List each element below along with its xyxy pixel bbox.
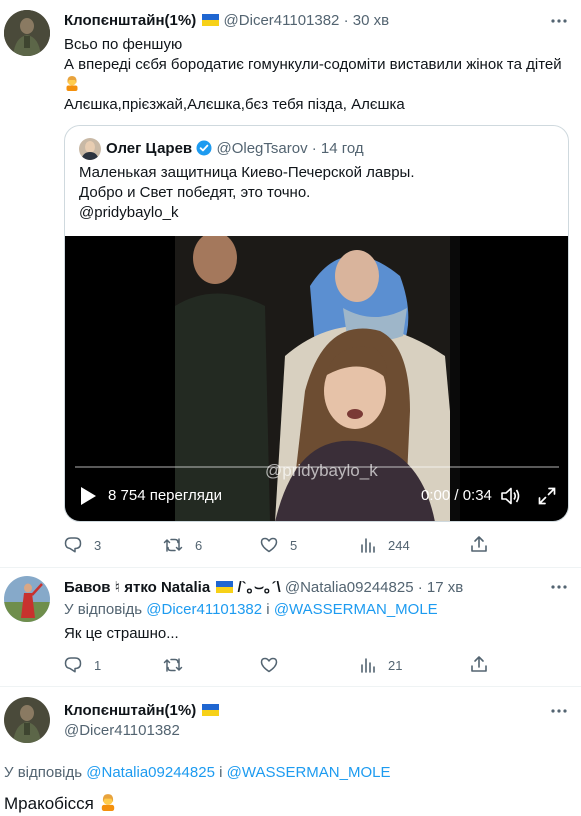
- person-emoji-icon: [64, 75, 80, 91]
- author-name[interactable]: Бавов ♮ ятко Natalia: [64, 579, 210, 596]
- retweet-icon: [163, 658, 183, 672]
- reply-icon: [64, 657, 82, 673]
- avatar-natalia[interactable]: [4, 576, 50, 622]
- play-icon[interactable]: [79, 486, 97, 506]
- tweet-text: Всьо по феншую А впереді сєбя бородатиє …: [64, 35, 574, 115]
- reply-context: У відповідь @Dicer41101382 і @WASSERMAN_…: [64, 600, 438, 620]
- author-handle[interactable]: @Dicer41101382: [64, 721, 180, 741]
- reply-button[interactable]: 3: [64, 536, 101, 554]
- reply-and: і: [266, 601, 270, 618]
- quoted-text: Маленькая защитница Киево-Печерской лавр…: [79, 163, 549, 223]
- tweet-3-text: Мракобісся: [4, 793, 117, 815]
- reply-icon: [64, 537, 82, 553]
- tweet-header: Клопєнштайн(1%) @Dicer41101382 · 30 хв: [64, 11, 389, 31]
- views-count: 21: [388, 657, 403, 673]
- ukraine-flag-icon: [216, 581, 234, 593]
- video-time: 0:00 / 0:34: [421, 487, 492, 504]
- more-options-icon[interactable]: [550, 578, 568, 596]
- views-count: 244: [388, 537, 410, 553]
- divider: [0, 686, 581, 687]
- tweet-text-line-3: [64, 75, 574, 95]
- share-button[interactable]: [470, 535, 488, 553]
- volume-icon[interactable]: [501, 487, 521, 505]
- reply-prefix: У відповідь: [64, 601, 143, 618]
- dot-separator: ·: [343, 12, 349, 29]
- reply-and: і: [219, 764, 223, 781]
- more-options-icon[interactable]: [550, 702, 568, 720]
- quoted-tweet[interactable]: Олег Царев @OlegTsarov · 14 год Маленька…: [64, 125, 569, 522]
- views-button[interactable]: 244: [360, 536, 410, 554]
- author-name[interactable]: Клопєнштайн(1%): [64, 702, 196, 719]
- retweet-button[interactable]: 6: [163, 536, 202, 554]
- tweet-3-text-content: Мракобісся: [4, 794, 94, 813]
- quoted-time[interactable]: 14 год: [321, 140, 364, 157]
- heart-icon: [260, 657, 278, 673]
- quoted-text-line-2: Добро и Свет победят, это точно.: [79, 184, 311, 201]
- reply-mention-1[interactable]: @Natalia09244825: [86, 764, 215, 781]
- quoted-text-line-3: @pridybaylo_k: [79, 204, 179, 221]
- share-icon: [471, 656, 487, 672]
- video-progress-track[interactable]: [75, 466, 559, 468]
- avatar-klopenshtain[interactable]: [4, 697, 50, 743]
- quoted-author-handle[interactable]: @OlegTsarov: [216, 140, 307, 157]
- tweet-time[interactable]: 30 хв: [353, 12, 389, 29]
- reply-prefix: У відповідь: [4, 764, 83, 781]
- tweet-time[interactable]: 17 хв: [427, 579, 463, 596]
- tweet-2-header: Бавов ♮ ятко Natalia /`｡⌣｡´\ @Natalia092…: [64, 578, 463, 598]
- reply-context: У відповідь @Natalia09244825 і @WASSERMA…: [4, 763, 391, 783]
- more-options-icon[interactable]: [550, 12, 568, 30]
- reply-mention-2[interactable]: @WASSERMAN_MOLE: [274, 601, 438, 618]
- dot-separator: ·: [311, 140, 317, 157]
- analytics-icon: [361, 538, 375, 553]
- share-button[interactable]: [470, 655, 488, 673]
- like-count: 5: [290, 537, 298, 553]
- quoted-author-name[interactable]: Олег Царев: [106, 140, 192, 157]
- heart-icon: [260, 537, 278, 553]
- video-player[interactable]: @pridybaylo_k 8 754 перегляди 0:00 / 0:3…: [65, 236, 568, 521]
- tweet-3-name-row: Клопєнштайн(1%): [64, 701, 220, 721]
- fullscreen-icon[interactable]: [538, 487, 556, 505]
- share-icon: [471, 536, 487, 552]
- reply-mention-1[interactable]: @Dicer41101382: [146, 601, 262, 618]
- person-emoji-icon: [99, 793, 117, 811]
- video-views: 8 754 перегляди: [108, 487, 223, 504]
- divider: [0, 567, 581, 568]
- quoted-text-line-1: Маленькая защитница Киево-Печерской лавр…: [79, 164, 415, 181]
- avatar-oleg-tsarev[interactable]: [79, 138, 101, 160]
- avatar-klopenshtain[interactable]: [4, 10, 50, 56]
- author-name-suffix: /`｡⌣｡´\: [237, 579, 281, 596]
- reply-button[interactable]: 1: [64, 656, 101, 674]
- dot-separator: ·: [417, 579, 423, 596]
- reply-count: 3: [94, 537, 102, 553]
- retweet-count: 6: [195, 537, 203, 553]
- verified-badge-icon: [196, 140, 212, 156]
- tweet-2-text: Як це страшно...: [64, 625, 179, 642]
- like-button[interactable]: [260, 656, 278, 674]
- reply-count: 1: [94, 657, 102, 673]
- tweet-text-line-2: А впереді сєбя бородатиє гомункули-содом…: [64, 56, 562, 73]
- retweet-button[interactable]: [163, 656, 183, 674]
- retweet-icon: [163, 538, 183, 552]
- tweet-text-line-1: Всьо по феншую: [64, 36, 183, 53]
- author-handle[interactable]: @Dicer41101382: [224, 12, 340, 29]
- ukraine-flag-icon: [202, 14, 220, 26]
- author-name[interactable]: Клопєнштайн(1%): [64, 12, 196, 29]
- video-watermark: @pridybaylo_k: [265, 461, 378, 480]
- like-button[interactable]: 5: [260, 536, 297, 554]
- quoted-header: Олег Царев @OlegTsarov · 14 год: [106, 139, 364, 159]
- views-button[interactable]: 21: [360, 656, 402, 674]
- tweet-text-line-4: Алєшка,прієзжай,Алєшка,бєз тебя пізда, А…: [64, 96, 405, 113]
- reply-mention-2[interactable]: @WASSERMAN_MOLE: [227, 764, 391, 781]
- author-handle[interactable]: @Natalia09244825: [285, 579, 414, 596]
- analytics-icon: [361, 658, 375, 673]
- ukraine-flag-icon: [202, 704, 220, 716]
